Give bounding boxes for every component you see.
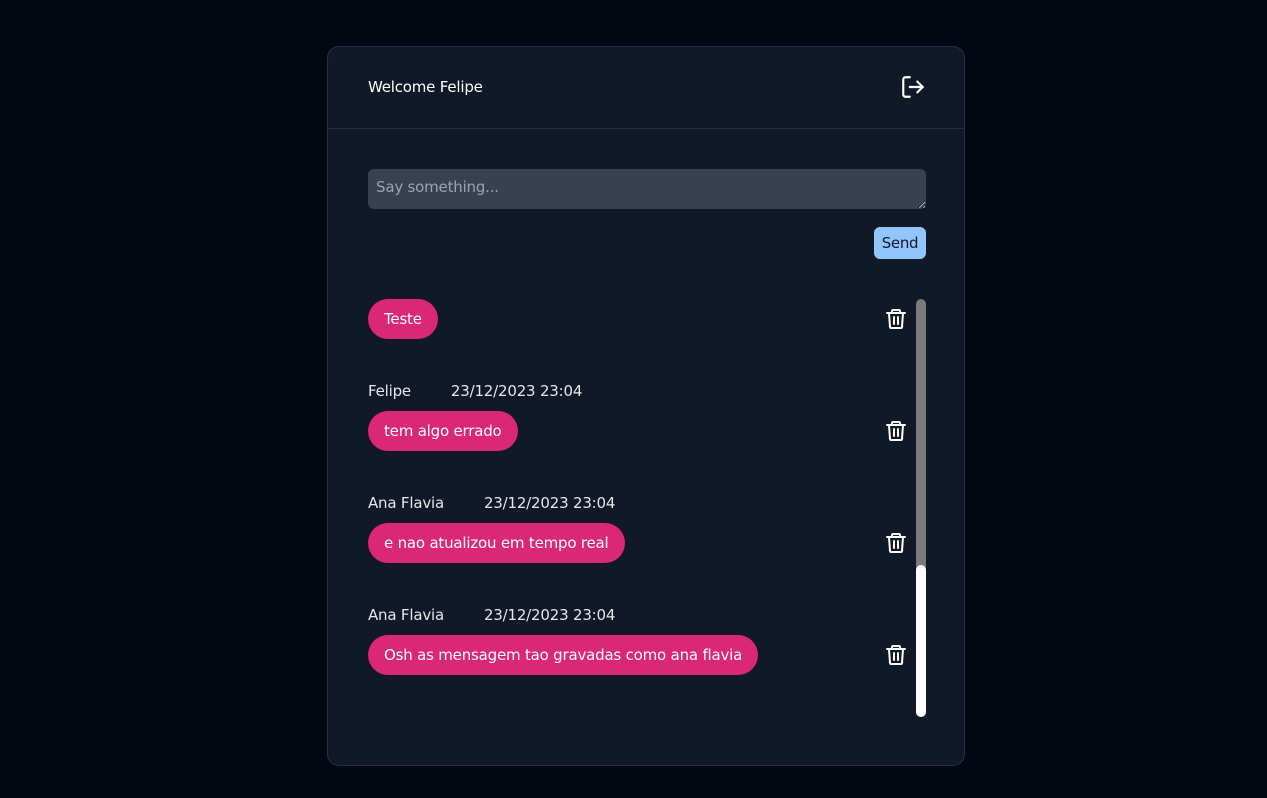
send-button[interactable]: Send: [874, 227, 926, 259]
message-meta: Felipe 23/12/2023 23:04: [368, 381, 582, 401]
message-item: Teste: [368, 299, 908, 339]
message-item: Ana Flavia 23/12/2023 23:04 e nao atualiz…: [368, 493, 908, 565]
message-meta: Ana Flavia 23/12/2023 23:04: [368, 605, 615, 625]
trash-icon[interactable]: [884, 643, 908, 667]
message-item: Felipe 23/12/2023 23:04 tem algo errado: [368, 381, 908, 453]
trash-icon[interactable]: [884, 307, 908, 331]
message-timestamp: 23/12/2023 23:04: [483, 494, 616, 512]
message-scrollbar[interactable]: [916, 299, 926, 717]
message-timestamp: 23/12/2023 23:04: [450, 382, 583, 400]
welcome-text: Welcome Felipe: [368, 78, 483, 96]
chat-header: Welcome Felipe: [328, 47, 964, 129]
scrollbar-thumb[interactable]: [916, 565, 926, 717]
message-bubble: Teste: [368, 299, 438, 339]
message-bubble: Osh as mensagem tao gravadas como ana fl…: [368, 635, 759, 675]
message-author: Ana Flavia: [368, 494, 444, 512]
message-list[interactable]: Teste Felipe 23/12/2023 23:04 tem algo er…: [368, 299, 926, 717]
trash-icon[interactable]: [884, 419, 908, 443]
message-bubble: e nao atualizou em tempo real: [368, 523, 625, 563]
message-author: Ana Flavia: [368, 606, 444, 624]
chat-card: Welcome Felipe Send Teste Felipe 23/12/20…: [327, 46, 965, 766]
message-bubble: tem algo errado: [368, 411, 518, 451]
message-timestamp: 23/12/2023 23:04: [483, 606, 616, 624]
message-meta: Ana Flavia 23/12/2023 23:04: [368, 493, 615, 513]
message-author: Felipe: [368, 382, 411, 400]
message-composer: [368, 169, 926, 209]
message-input[interactable]: [368, 169, 926, 209]
trash-icon[interactable]: [884, 531, 908, 555]
logout-icon[interactable]: [900, 74, 926, 100]
message-item: Ana Flavia 23/12/2023 23:04 Osh as mensag…: [368, 605, 908, 677]
